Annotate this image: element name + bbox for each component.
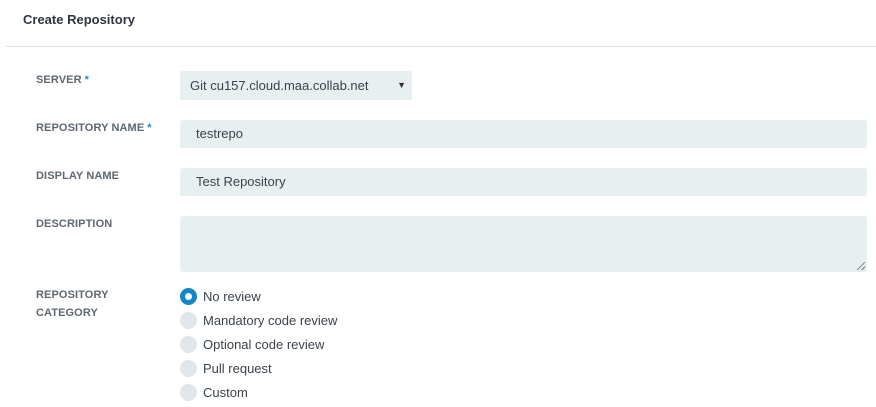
radio-unchecked-icon[interactable] <box>180 359 197 377</box>
radio-label: Custom <box>203 384 248 400</box>
radio-checked-icon[interactable] <box>180 287 197 305</box>
display-name-value: Test Repository <box>196 174 286 189</box>
repository-name-value: testrepo <box>196 126 243 141</box>
page-title: Create Repository <box>23 12 135 27</box>
radio-option-mandatory-code-review[interactable]: Mandatory code review <box>180 311 337 329</box>
server-select[interactable]: Git cu157.cloud.maa.collab.net ▼ <box>180 71 412 100</box>
radio-label: Optional code review <box>203 336 325 352</box>
radio-option-custom[interactable]: Custom <box>180 383 248 401</box>
repository-category-label-line2: CATEGORY <box>36 307 98 319</box>
display-name-input[interactable]: Test Repository <box>180 168 867 196</box>
repository-category-label-line1: REPOSITORY <box>36 289 109 301</box>
radio-option-pull-request[interactable]: Pull request <box>180 359 272 377</box>
radio-option-no-review[interactable]: No review <box>180 287 261 305</box>
required-mark: * <box>84 74 90 86</box>
chevron-down-icon: ▼ <box>397 80 406 90</box>
required-mark: * <box>147 122 152 134</box>
radio-label: Pull request <box>203 360 272 376</box>
resize-grip-icon[interactable] <box>857 262 865 270</box>
server-label-text: SERVER <box>36 74 82 86</box>
description-label: DESCRIPTION <box>36 218 113 230</box>
radio-unchecked-icon[interactable] <box>180 335 197 353</box>
radio-unchecked-icon[interactable] <box>180 383 197 401</box>
radio-unchecked-icon[interactable] <box>180 311 197 329</box>
server-select-value: Git cu157.cloud.maa.collab.net <box>190 78 369 93</box>
repository-name-label-text: REPOSITORY NAME <box>36 122 145 134</box>
radio-label: No review <box>203 288 261 304</box>
display-name-label: DISPLAY NAME <box>36 170 120 182</box>
radio-label: Mandatory code review <box>203 312 338 328</box>
radio-option-optional-code-review[interactable]: Optional code review <box>180 335 324 353</box>
page-header: Create Repository <box>0 0 876 46</box>
server-label: SERVER * <box>36 71 89 89</box>
repository-category-label: REPOSITORY CATEGORY <box>36 286 109 322</box>
repository-name-input[interactable]: testrepo <box>180 120 867 148</box>
header-divider <box>6 46 876 47</box>
repository-name-label: REPOSITORY NAME * <box>36 119 152 137</box>
description-textarea[interactable] <box>180 216 867 272</box>
